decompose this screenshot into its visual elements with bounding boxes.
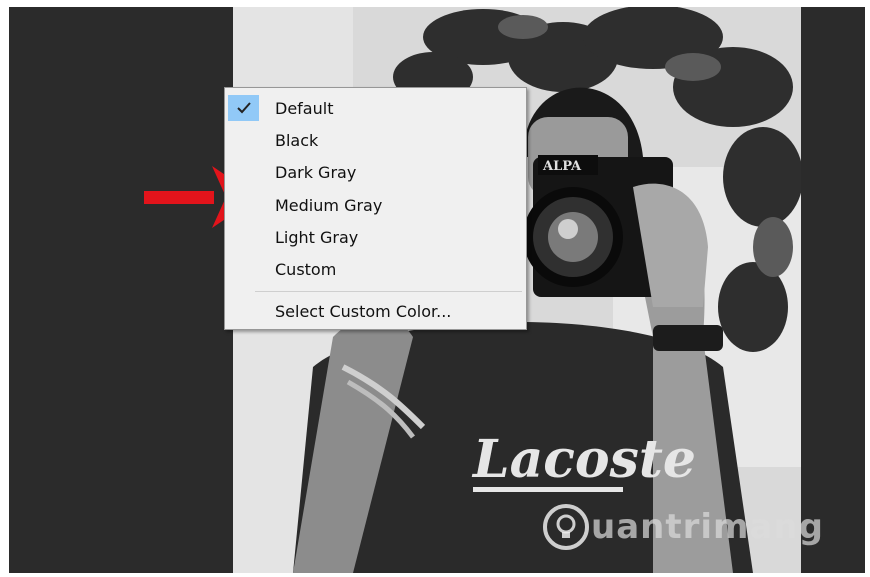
menu-item-black[interactable]: Black (225, 124, 526, 156)
menu-item-label: Black (275, 130, 319, 150)
checkmark-icon (228, 95, 259, 121)
watermark-text: uantrimang (591, 507, 824, 547)
menu-item-label: Custom (275, 259, 337, 279)
menu-item-label: Select Custom Color... (275, 301, 452, 321)
menu-item-label: Dark Gray (275, 162, 357, 182)
shirt-logo-text: Lacoste (471, 429, 696, 490)
menu-separator (255, 291, 522, 292)
menu-item-custom[interactable]: Custom (225, 253, 526, 285)
menu-item-label: Default (275, 98, 334, 118)
menu-item-light-gray[interactable]: Light Gray (225, 221, 526, 253)
camera-brand-text: ALPA (542, 159, 582, 174)
menu-item-medium-gray[interactable]: Medium Gray (225, 189, 526, 221)
menu-item-select-custom-color[interactable]: Select Custom Color... (225, 295, 526, 327)
menu-item-label: Light Gray (275, 227, 359, 247)
menu-item-default[interactable]: Default (225, 92, 526, 124)
context-menu: Default Black Dark Gray Medium Gray Ligh… (224, 87, 527, 330)
watermark: uantrimang (543, 495, 824, 559)
lightbulb-icon (543, 504, 589, 550)
menu-item-label: Medium Gray (275, 195, 383, 215)
menu-item-dark-gray[interactable]: Dark Gray (225, 156, 526, 188)
